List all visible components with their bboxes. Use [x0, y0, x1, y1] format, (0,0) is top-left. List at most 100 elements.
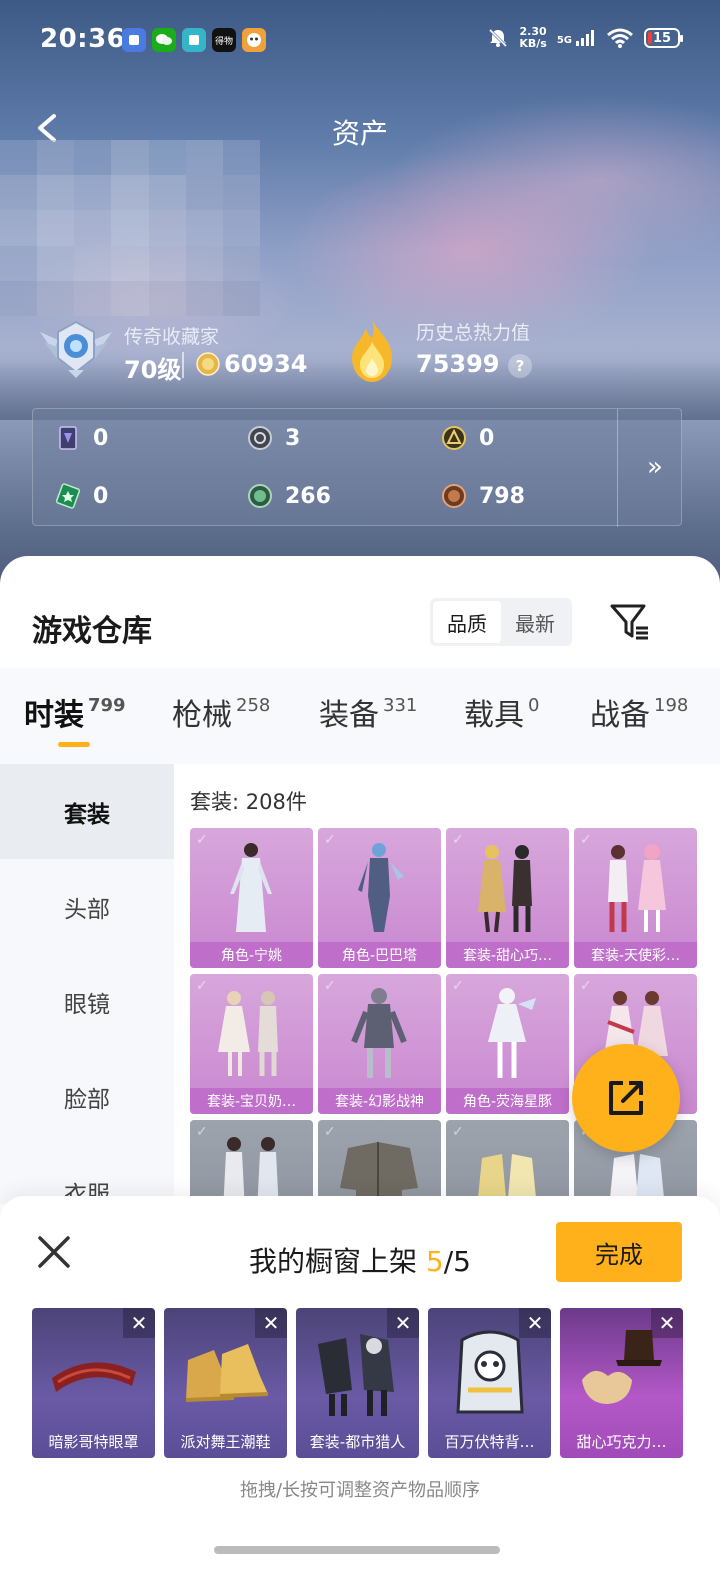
grid-item[interactable]: ✓ 角色-巴巴塔	[318, 828, 441, 968]
eye-mask-item	[52, 1362, 136, 1392]
showcase-slot[interactable]: ✕ 甜心巧克力…	[560, 1308, 683, 1458]
collector-badge-icon	[40, 320, 112, 378]
notification-app-icons: 得物	[122, 28, 266, 52]
grid-item[interactable]: ✓ 角色-荧海星豚	[446, 974, 569, 1114]
game-icon	[242, 28, 266, 52]
grid-item[interactable]: ✓	[190, 1120, 313, 1198]
grid-item[interactable]: ✓	[318, 1120, 441, 1198]
done-button[interactable]: 完成	[556, 1222, 682, 1282]
tab-count: 0	[528, 695, 540, 716]
currency-value: 0	[479, 425, 495, 451]
tab-fashion[interactable]: 时装 799	[24, 690, 126, 734]
system-icons: 2.30 KB/s 5G 15	[487, 26, 683, 50]
heat-title: 历史总热力值	[416, 322, 531, 344]
filter-icon[interactable]	[608, 600, 652, 644]
grid-item[interactable]: ✓	[446, 1120, 569, 1198]
showcase-slot[interactable]: ✕ 套装-都市猎人	[296, 1308, 419, 1458]
character-figure	[230, 843, 272, 932]
share-icon	[609, 1081, 643, 1115]
tab-count: 198	[654, 695, 689, 716]
currency-value: 798	[479, 483, 525, 509]
net-speed-unit: KB/s	[519, 37, 547, 50]
slot-label: 套装-都市猎人	[309, 1432, 406, 1451]
tab-label: 装备	[319, 698, 379, 733]
expand-currencies-button[interactable]: »	[637, 449, 673, 485]
showcase-panel: 我的橱窗上架 5/5 完成 ✕ 暗影哥特眼罩 ✕ 派对舞王潮鞋 ✕ 套装-都市猎…	[0, 1196, 720, 1584]
tab-firearms[interactable]: 枪械 258	[172, 690, 270, 734]
currency-item: 0	[55, 483, 108, 509]
help-icon[interactable]: ?	[508, 354, 532, 378]
level-divider	[182, 352, 184, 378]
tab-count: 258	[236, 695, 271, 716]
collector-level: 70级	[124, 356, 182, 384]
grid-item[interactable]: ✓ 套装-幻影战神	[318, 974, 441, 1114]
grid-item-label: 套装-甜心巧…	[446, 942, 569, 968]
side-item-outfits[interactable]: 套装	[0, 764, 174, 859]
tab-equipment[interactable]: 装备 331	[319, 690, 417, 734]
side-item-face[interactable]: 脸部	[0, 1049, 174, 1144]
slot-label: 暗影哥特眼罩	[48, 1432, 139, 1451]
showcase-slot[interactable]: ✕ 百万伏特背…	[428, 1308, 551, 1458]
bronze-coin-icon	[442, 484, 466, 508]
tab-count: 799	[88, 695, 126, 716]
status-bar: 20:36 得物 2.30 KB/s 5G 15	[0, 0, 720, 80]
backpack-item	[456, 1330, 524, 1414]
currency-item: 3	[247, 425, 300, 451]
gold-sneakers-item	[185, 1344, 269, 1402]
grid-item[interactable]: ✓ 套装-甜心巧…	[446, 828, 569, 968]
tab-vehicles[interactable]: 载具 0	[464, 690, 539, 734]
showcase-title-text: 我的橱窗上架	[249, 1245, 418, 1278]
grid-item-label: 角色-宁姚	[190, 942, 313, 968]
battery-icon: 15	[644, 28, 683, 48]
tab-label: 载具	[464, 698, 524, 733]
sort-option-latest[interactable]: 最新	[501, 601, 569, 643]
side-item-head[interactable]: 头部	[0, 859, 174, 954]
grid-item[interactable]: ✓ 套装-宝贝奶…	[190, 974, 313, 1114]
character-figure	[358, 843, 404, 932]
showcase-current-count: 5	[425, 1245, 444, 1278]
wifi-icon	[607, 28, 633, 48]
status-time: 20:36	[40, 24, 126, 54]
currency-item: 0	[55, 425, 108, 451]
character-figure	[218, 991, 278, 1076]
showcase-slot[interactable]: ✕ 派对舞王潮鞋	[164, 1308, 287, 1458]
heat-value: 75399	[416, 350, 500, 378]
battery-low-indicator	[648, 32, 652, 44]
sort-option-quality[interactable]: 品质	[433, 601, 501, 643]
silver-coin-icon	[248, 426, 272, 450]
tab-supplies[interactable]: 战备 198	[590, 690, 688, 734]
wechat-icon	[152, 28, 176, 52]
grid-item-label: 套装-幻影战神	[318, 1088, 441, 1114]
blurred-profile-info	[0, 140, 260, 316]
slot-label: 百万伏特背…	[444, 1432, 535, 1451]
side-nav: 套装 头部 眼镜 脸部 衣服	[0, 764, 174, 1208]
share-button[interactable]	[572, 1044, 680, 1152]
sort-toggle: 品质 最新	[430, 598, 572, 646]
cellular-signal-icon: 5G	[557, 30, 596, 46]
showcase-slot[interactable]: ✕ 暗影哥特眼罩	[32, 1308, 155, 1458]
character-figure	[608, 844, 666, 932]
outfit-figure	[478, 1154, 536, 1198]
warehouse-title: 游戏仓库	[32, 614, 152, 649]
tab-label: 战备	[590, 698, 650, 733]
urban-hunter-outfit-item	[318, 1334, 394, 1416]
currency-panel[interactable]: 0 3 0 0 266 798 »	[32, 408, 682, 527]
currency-value: 0	[93, 425, 109, 451]
network-speed: 2.30 KB/s	[519, 26, 546, 50]
grid-item[interactable]: ✓ 角色-宁姚	[190, 828, 313, 968]
currency-value: 0	[93, 483, 109, 509]
grid-item-label: 套装-宝贝奶…	[190, 1088, 313, 1114]
side-item-glasses[interactable]: 眼镜	[0, 954, 174, 1049]
dewu-icon: 得物	[212, 28, 236, 52]
currency-item: 0	[441, 425, 494, 451]
home-indicator[interactable]	[214, 1546, 500, 1554]
category-tabs: 时装 799 枪械 258 装备 331 载具 0 战备 198	[0, 668, 720, 764]
signal-label: 5G	[556, 35, 572, 46]
character-figure	[488, 988, 536, 1078]
notes-icon	[182, 28, 206, 52]
grid-item[interactable]: ✓ 套装-天使彩…	[574, 828, 697, 968]
green-coin-icon	[248, 484, 272, 508]
slot-label: 派对舞王潮鞋	[180, 1432, 271, 1451]
currency-item: 266	[247, 483, 331, 509]
slot-label: 甜心巧克力…	[576, 1432, 667, 1451]
